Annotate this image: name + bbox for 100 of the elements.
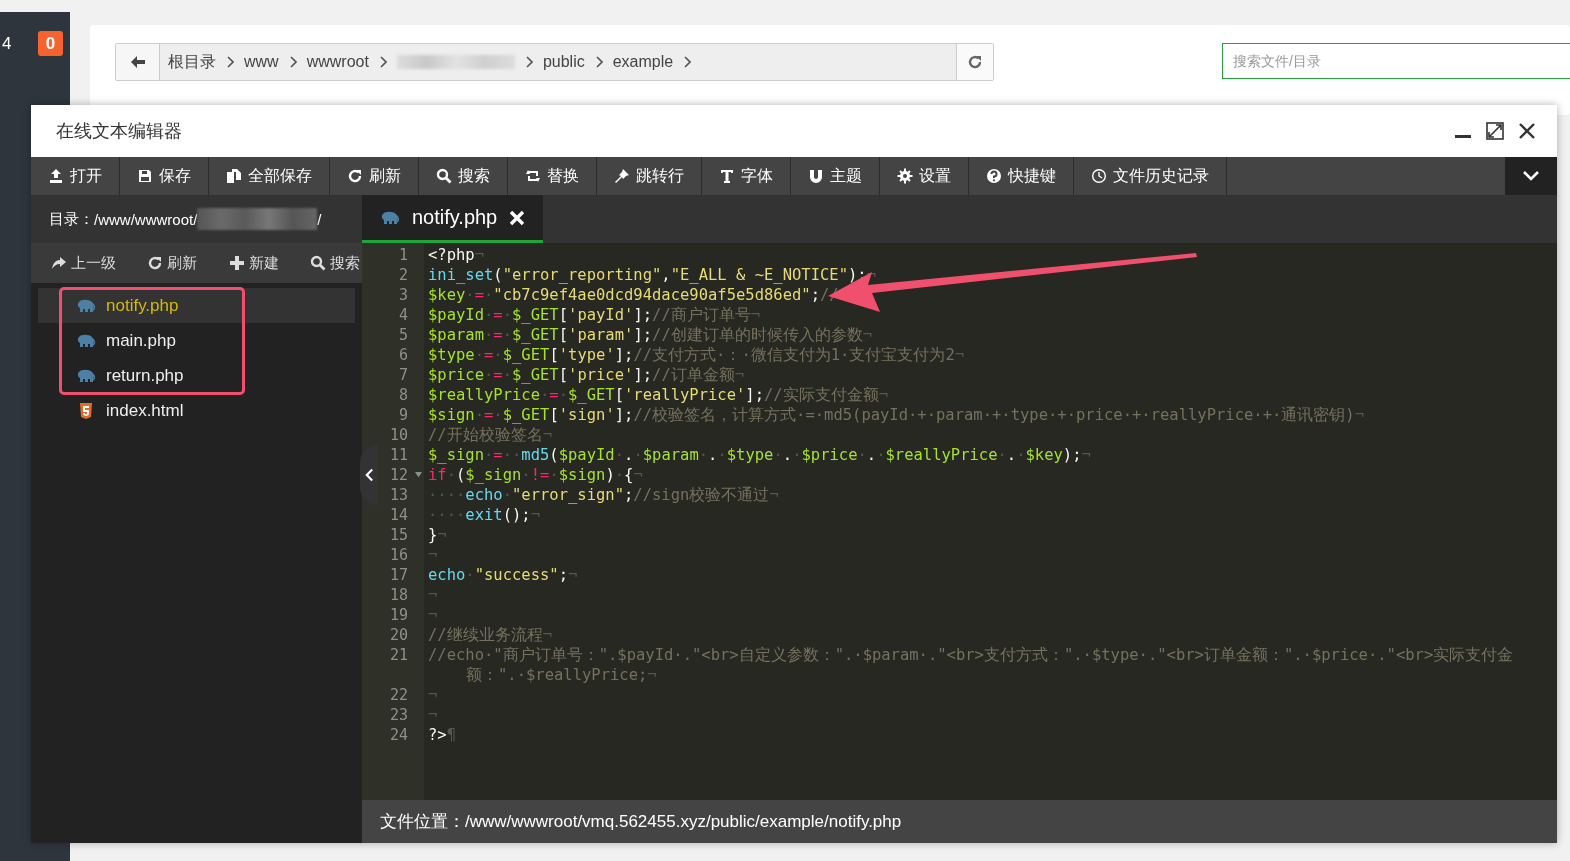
code-line: $param·=·$_GET['param'];//创建订单的时候传入的参数¬	[428, 325, 874, 345]
line-number: 17	[389, 565, 408, 585]
code-line: }¬	[428, 525, 448, 545]
code-line: ····exit();¬	[428, 505, 541, 525]
line-number: 3	[398, 285, 408, 305]
back-arrow-icon	[129, 54, 146, 70]
swap-arrows-icon	[525, 168, 541, 184]
file-item[interactable]: main.php	[76, 325, 176, 356]
code-line: ¬	[428, 685, 439, 705]
file-path: /www/wwwroot/vmq.562455.xyz/public/example/notify.php	[465, 811, 902, 832]
code-line: <?php¬	[428, 245, 485, 265]
chevron-down-icon	[1522, 170, 1540, 182]
elephant-icon	[380, 209, 400, 226]
breadcrumb-item[interactable]: example	[612, 53, 674, 71]
chevron-right-icon	[683, 56, 692, 68]
code-line: ¬	[428, 545, 439, 565]
code-line: $_sign·=··md5($payId·.·$param·.·$type·.·$price·.·$reallyPrice·.·$key);¬	[428, 445, 1092, 465]
upload-icon	[48, 168, 64, 184]
code-line: ¬	[428, 585, 439, 605]
line-number: 7	[398, 365, 408, 385]
search-field[interactable]: 搜索文件/目录	[1222, 43, 1570, 79]
magnet-icon	[808, 168, 824, 184]
line-number: 19	[389, 605, 408, 625]
line-number: 12	[389, 465, 408, 485]
search-icon	[436, 168, 452, 184]
chevron-right-icon	[524, 56, 533, 68]
notification-badge: 0	[38, 31, 63, 56]
gear-icon	[897, 168, 913, 184]
chevron-right-icon	[226, 56, 234, 68]
refresh-icon	[967, 54, 983, 70]
line-number: 5	[398, 325, 408, 345]
line-number: 10	[389, 425, 408, 445]
directory-label: 目录：	[49, 209, 94, 229]
line-number: 16	[389, 545, 408, 565]
line-number: 23	[389, 705, 408, 725]
code-line: $reallyPrice·=·$_GET['reallyPrice'];//实际支付金额¬	[428, 385, 890, 405]
line-number: 20	[389, 625, 408, 645]
line-number: 8	[398, 385, 408, 405]
back-button[interactable]	[116, 44, 160, 80]
chevron-left-icon	[364, 468, 374, 482]
directory-path: /www/wwwroot/	[94, 210, 198, 228]
sidebar-action[interactable]: 搜索	[310, 253, 360, 273]
code-line: //echo·"商户订单号：".$payId·."<br>自定义参数：".·$param·."<br>支付方式：".·$type·."<br>订单金额：".·$price·."<br>实际支付金额：".·$reallyPrice;¬	[428, 645, 1515, 685]
forward-arrow-icon	[51, 255, 67, 271]
line-number: 9	[398, 405, 408, 425]
file-item[interactable]: index.html	[76, 395, 184, 426]
breadcrumb-item[interactable]: wwwroot	[306, 53, 369, 71]
sidebar-action[interactable]: 刷新	[147, 253, 198, 273]
chevron-right-icon	[378, 56, 387, 68]
line-number: 18	[389, 585, 408, 605]
code-line: //继续业务流程¬	[428, 625, 553, 645]
maximize-icon	[1486, 122, 1504, 140]
pushpin-icon	[614, 168, 630, 184]
expand-button[interactable]	[1505, 157, 1557, 195]
documents-icon	[226, 168, 242, 184]
elephant-icon	[76, 332, 96, 349]
line-number: 15	[389, 525, 408, 545]
count-label: 4	[2, 34, 12, 54]
elephant-icon	[76, 297, 96, 314]
sidebar-action[interactable]: 新建	[228, 253, 279, 273]
question-icon	[986, 168, 1002, 184]
code-line: ?>¶	[428, 725, 457, 745]
code-line: echo·"success";¬	[428, 565, 579, 585]
minimize-icon	[1455, 134, 1471, 138]
window-title: 在线文本编辑器	[56, 120, 183, 143]
code-line: $type·=·$_GET['type'];//支付方式·：·微信支付为1·支付宝支付为2¬	[428, 345, 966, 365]
line-number: 6	[398, 345, 408, 365]
code-line: ¬	[428, 705, 439, 725]
line-number: 4	[398, 305, 408, 325]
breadcrumb-item[interactable]: www	[244, 53, 279, 71]
directory-path-end: /	[317, 210, 322, 228]
breadcrumb-item[interactable]: public	[542, 53, 585, 71]
code-line: //开始校验签名¬	[428, 425, 553, 445]
clock-icon	[1091, 168, 1107, 184]
code-line: $sign·=·$_GET['sign'];//校验签名，计算方式·=·md5(payId·+·param·+·type·+·price·+·reallyPrice·+·通讯密钥)¬	[428, 405, 1365, 425]
status-label: 文件位置：	[380, 811, 465, 833]
code-line: $price·=·$_GET['price'];//订单金额¬	[428, 365, 746, 385]
code-line: $payId·=·$_GET['payId'];//商户订单号¬	[428, 305, 762, 325]
chevron-right-icon	[594, 56, 603, 68]
refresh-button[interactable]	[956, 44, 993, 80]
line-number: 24	[389, 725, 408, 745]
file-item[interactable]: return.php	[76, 360, 184, 391]
file-tab[interactable]: notify.php	[362, 195, 544, 243]
refresh-icon	[347, 168, 363, 184]
line-number: 14	[389, 505, 408, 525]
elephant-icon	[76, 367, 96, 384]
line-number: 22	[389, 685, 408, 705]
close-icon	[1519, 123, 1535, 139]
plus-icon	[228, 255, 245, 271]
code-line: if·($_sign·!=·$sign)·{¬	[428, 465, 644, 485]
line-number: 1	[398, 245, 408, 265]
line-number: 21	[389, 645, 408, 665]
search-icon	[310, 255, 326, 271]
breadcrumb-item[interactable]: 根目录	[168, 51, 216, 73]
sidebar-action[interactable]: 上一级	[51, 253, 116, 273]
line-number: 13	[389, 485, 408, 505]
fold-caret-icon[interactable]	[415, 471, 422, 478]
refresh-icon	[147, 255, 164, 271]
text-cursor-icon	[719, 168, 735, 184]
line-number: 2	[398, 265, 408, 285]
